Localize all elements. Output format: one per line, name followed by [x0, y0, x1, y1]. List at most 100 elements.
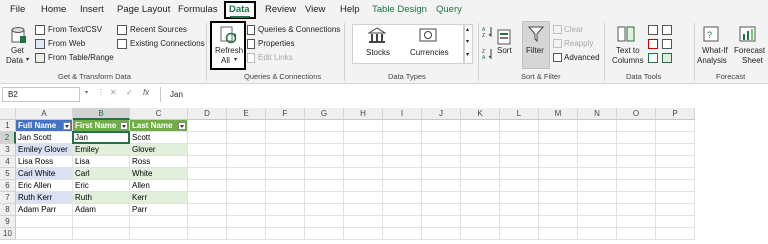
empty-cell[interactable]: [617, 144, 656, 156]
cancel-icon[interactable]: ✕: [110, 88, 117, 97]
empty-cell[interactable]: [344, 168, 383, 180]
tab-review[interactable]: Review: [265, 4, 296, 15]
table-cell[interactable]: Lisa: [73, 156, 130, 168]
stocks-button[interactable]: Stocks: [366, 48, 390, 57]
column-header-f[interactable]: F: [266, 108, 305, 120]
table-cell[interactable]: Scott: [130, 132, 188, 144]
filter-dropdown-icon[interactable]: [120, 122, 128, 130]
table-cell[interactable]: Adam Parr: [16, 204, 73, 216]
refresh-all-label[interactable]: All: [221, 56, 230, 65]
table-cell[interactable]: Ruth: [73, 192, 130, 204]
empty-cell[interactable]: [422, 156, 461, 168]
tab-view[interactable]: View: [305, 4, 325, 15]
empty-cell[interactable]: [539, 120, 578, 132]
empty-cell[interactable]: [539, 192, 578, 204]
from-table-range-button[interactable]: From Table/Range: [48, 53, 114, 62]
reapply-button[interactable]: Reapply: [564, 39, 593, 48]
empty-cell[interactable]: [656, 216, 695, 228]
empty-cell[interactable]: [578, 228, 617, 240]
empty-cell[interactable]: [500, 180, 539, 192]
empty-cell[interactable]: [344, 192, 383, 204]
existing-connections-button[interactable]: Existing Connections: [130, 39, 205, 48]
name-box[interactable]: B2: [2, 87, 80, 102]
column-header-n[interactable]: N: [578, 108, 617, 120]
empty-cell[interactable]: [344, 156, 383, 168]
row-header-3[interactable]: 3: [0, 144, 16, 156]
sheet-label[interactable]: Sheet: [742, 56, 763, 65]
empty-cell[interactable]: [500, 228, 539, 240]
empty-cell[interactable]: [617, 216, 656, 228]
table-cell[interactable]: Carl: [73, 168, 130, 180]
empty-cell[interactable]: [461, 204, 500, 216]
empty-cell[interactable]: [73, 228, 130, 240]
empty-cell[interactable]: [422, 192, 461, 204]
empty-cell[interactable]: [188, 132, 227, 144]
empty-cell[interactable]: [578, 204, 617, 216]
empty-cell[interactable]: [344, 132, 383, 144]
empty-cell[interactable]: [422, 120, 461, 132]
empty-cell[interactable]: [461, 144, 500, 156]
column-header-i[interactable]: I: [383, 108, 422, 120]
sort-button[interactable]: Sort: [497, 46, 512, 55]
empty-cell[interactable]: [227, 228, 266, 240]
empty-cell[interactable]: [578, 144, 617, 156]
empty-cell[interactable]: [500, 120, 539, 132]
row-header-6[interactable]: 6: [0, 180, 16, 192]
empty-cell[interactable]: [344, 228, 383, 240]
table-cell[interactable]: Ruth Kerr: [16, 192, 73, 204]
empty-cell[interactable]: [656, 132, 695, 144]
column-header-a[interactable]: A: [16, 108, 73, 120]
empty-cell[interactable]: [16, 216, 73, 228]
table-cell[interactable]: Carl White: [16, 168, 73, 180]
tab-file[interactable]: File: [10, 4, 25, 15]
empty-cell[interactable]: [656, 228, 695, 240]
empty-cell[interactable]: [422, 216, 461, 228]
empty-cell[interactable]: [578, 180, 617, 192]
empty-cell[interactable]: [656, 156, 695, 168]
empty-cell[interactable]: [383, 216, 422, 228]
empty-cell[interactable]: [461, 168, 500, 180]
empty-cell[interactable]: [539, 216, 578, 228]
empty-cell[interactable]: [617, 132, 656, 144]
table-cell[interactable]: Allen: [130, 180, 188, 192]
empty-cell[interactable]: [617, 168, 656, 180]
filter-button[interactable]: Filter: [526, 46, 544, 55]
empty-cell[interactable]: [461, 120, 500, 132]
empty-cell[interactable]: [500, 216, 539, 228]
empty-cell[interactable]: [130, 216, 188, 228]
column-header-d[interactable]: D: [188, 108, 227, 120]
tab-home[interactable]: Home: [41, 4, 66, 15]
from-text-csv-button[interactable]: From Text/CSV: [48, 25, 102, 34]
empty-cell[interactable]: [539, 180, 578, 192]
table-cell[interactable]: Kerr: [130, 192, 188, 204]
empty-cell[interactable]: [461, 228, 500, 240]
edit-links-button[interactable]: Edit Links: [258, 53, 293, 62]
empty-cell[interactable]: [578, 120, 617, 132]
enter-icon[interactable]: ✓: [126, 88, 133, 97]
empty-cell[interactable]: [656, 192, 695, 204]
tab-query[interactable]: Query: [436, 4, 462, 15]
empty-cell[interactable]: [227, 144, 266, 156]
empty-cell[interactable]: [305, 192, 344, 204]
column-header-k[interactable]: K: [461, 108, 500, 120]
empty-cell[interactable]: [383, 228, 422, 240]
empty-cell[interactable]: [188, 180, 227, 192]
empty-cell[interactable]: [422, 144, 461, 156]
empty-cell[interactable]: [383, 204, 422, 216]
column-header-c[interactable]: C: [130, 108, 188, 120]
empty-cell[interactable]: [73, 216, 130, 228]
get-data-label-2[interactable]: Data: [6, 56, 23, 65]
empty-cell[interactable]: [617, 192, 656, 204]
row-header-10[interactable]: 10: [0, 228, 16, 240]
select-all-corner[interactable]: [0, 108, 16, 120]
empty-cell[interactable]: [227, 168, 266, 180]
empty-cell[interactable]: [461, 180, 500, 192]
empty-cell[interactable]: [617, 156, 656, 168]
table-cell[interactable]: Adam: [73, 204, 130, 216]
empty-cell[interactable]: [383, 144, 422, 156]
columns-label[interactable]: Columns: [612, 56, 644, 65]
formula-input[interactable]: [160, 87, 766, 102]
empty-cell[interactable]: [656, 180, 695, 192]
empty-cell[interactable]: [305, 228, 344, 240]
analysis-label[interactable]: Analysis: [697, 56, 727, 65]
